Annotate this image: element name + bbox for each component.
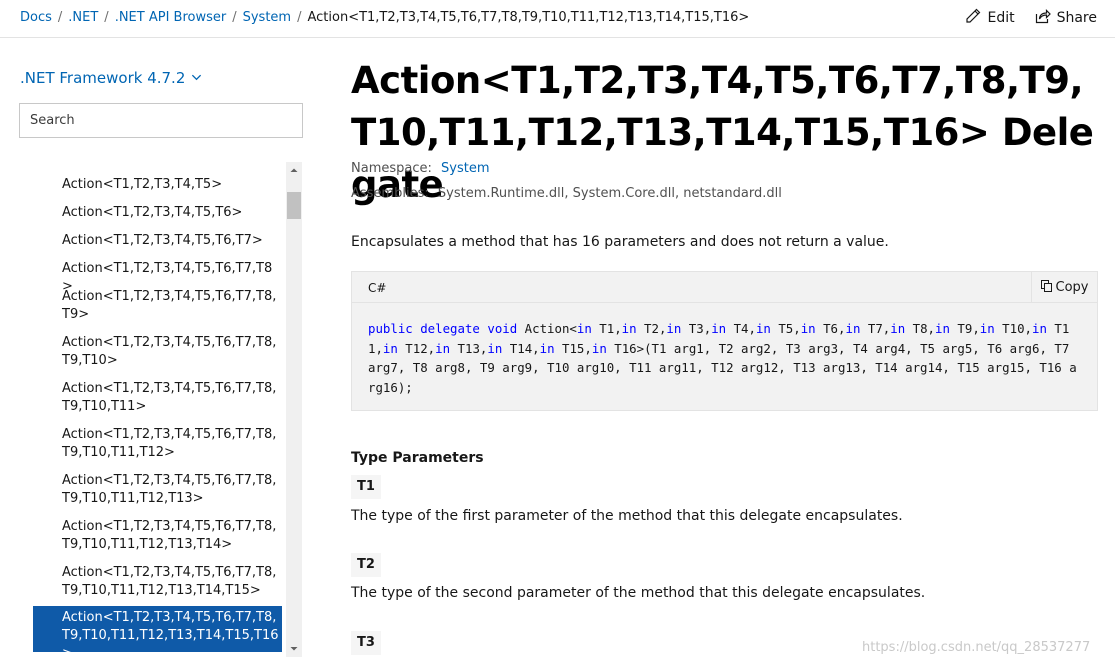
code-text: public delegate void Action<in T1,in T2,… xyxy=(368,319,1080,397)
toc-item[interactable]: Action<T1,T2,T3,T4,T5> xyxy=(33,173,282,197)
watermark: https://blog.csdn.net/qq_28537277 xyxy=(862,640,1091,655)
namespace-line: Namespace: System xyxy=(351,161,490,176)
toc-item[interactable]: Action<T1,T2,T3,T4,T5,T6,T7,T8,T9,T10,T1… xyxy=(33,469,282,511)
page-actions: Edit Share xyxy=(965,8,1097,28)
version-selector[interactable]: .NET Framework 4.7.2 xyxy=(20,69,202,87)
code-keyword: in xyxy=(666,321,682,336)
type-param-desc: The type of the second parameter of the … xyxy=(351,585,926,601)
code-keyword: in xyxy=(576,321,592,336)
code-block: C# Copy public delegate void Action<in T… xyxy=(351,271,1098,411)
scroll-down-arrow-icon[interactable] xyxy=(286,641,302,657)
code-token: T7, xyxy=(860,321,891,336)
share-icon xyxy=(1035,8,1051,28)
assemblies-value: System.Runtime.dll, System.Core.dll, net… xyxy=(437,186,782,201)
code-token: T8, xyxy=(905,321,936,336)
chevron-down-icon xyxy=(191,69,202,87)
code-keyword: in xyxy=(755,321,771,336)
breadcrumb-separator: / xyxy=(232,10,237,25)
edit-button[interactable]: Edit xyxy=(965,8,1015,28)
code-token: T4, xyxy=(726,321,756,336)
namespace-label: Namespace: xyxy=(351,161,432,176)
pencil-icon xyxy=(965,8,981,28)
breadcrumb-api-browser[interactable]: .NET API Browser xyxy=(115,10,227,25)
search-input[interactable] xyxy=(19,103,303,138)
toc-item[interactable]: Action<T1,T2,T3,T4,T5,T6,T7,T8,T9,T10,T1… xyxy=(33,377,282,419)
code-header: C# Copy xyxy=(352,272,1097,303)
code-keyword: in xyxy=(382,340,398,356)
scroll-up-arrow-icon[interactable] xyxy=(286,162,302,178)
share-button[interactable]: Share xyxy=(1035,8,1097,28)
code-language: C# xyxy=(368,281,387,295)
code-token: T6, xyxy=(815,321,846,336)
breadcrumb-separator: / xyxy=(297,10,302,25)
code-keyword: in xyxy=(935,321,950,336)
code-keyword: in xyxy=(711,321,727,336)
code-keyword: in xyxy=(435,340,451,356)
breadcrumb-separator: / xyxy=(57,10,63,25)
code-token: T1, xyxy=(591,321,622,336)
toc-list: · · · · Action<T1,T2,T3,T4,T5> Action<T1,… xyxy=(20,162,286,652)
breadcrumb-system[interactable]: System xyxy=(243,10,291,25)
code-token: T9, xyxy=(949,321,980,336)
toc-item[interactable]: Action<T1,T2,T3,T4,T5,T6,T7,T8,T9,T10> xyxy=(33,331,282,373)
copy-button[interactable]: Copy xyxy=(1031,272,1097,303)
edit-label: Edit xyxy=(987,10,1015,26)
type-param-name: T1 xyxy=(351,475,381,499)
toc-item[interactable]: Action<T1,T2,T3,T4,T5,T6,T7,T8,T9,T10,T1… xyxy=(33,561,282,603)
version-label: .NET Framework 4.7.2 xyxy=(20,69,186,87)
code-keyword: in xyxy=(845,321,861,336)
toc-item[interactable]: Action<T1,T2,T3,T4,T5,T6,T7,T8,T9,T10,T1… xyxy=(33,515,282,557)
scroll-thumb[interactable] xyxy=(287,192,301,219)
code-token: T14, xyxy=(502,340,540,356)
breadcrumb-separator: / xyxy=(104,10,109,25)
top-bar: Docs / .NET / .NET API Browser / System / Action… xyxy=(0,0,1115,38)
toc-item[interactable]: Action<T1,T2,T3,T4,T5,T6,T7,T8,T9,T10,T1… xyxy=(33,606,282,652)
toc-item[interactable]: Action<T1,T2,T3,T4,T5,T6,T7,T8,T9,T10,T1… xyxy=(33,423,282,465)
code-token: T2, xyxy=(636,321,667,336)
code-keyword: in xyxy=(487,340,503,356)
breadcrumb-current: Action<T1,T2,T3,T4,T5,T6,T7,T8,T9,T10,T1… xyxy=(307,10,750,25)
code-keyword: in xyxy=(800,321,816,336)
type-param-name: T2 xyxy=(351,553,381,577)
code-token: T13, xyxy=(450,340,488,356)
code-keyword: in xyxy=(621,321,637,336)
summary-text: Encapsulates a method that has 16 parame… xyxy=(351,234,889,250)
type-param-desc: The type of the first parameter of the m… xyxy=(351,508,903,524)
code-token: T12, xyxy=(397,340,436,356)
breadcrumb-docs[interactable]: Docs xyxy=(20,10,52,25)
code-token: Action< xyxy=(517,321,577,336)
share-label: Share xyxy=(1056,10,1097,26)
copy-icon xyxy=(1040,279,1053,296)
code-token: T3, xyxy=(681,321,712,336)
code-keyword: in xyxy=(890,321,906,336)
assemblies-line: Assemblies: System.Runtime.dll, System.C… xyxy=(351,186,782,201)
toc-item[interactable]: Action<T1,T2,T3,T4,T5,T6> xyxy=(33,201,282,225)
code-keyword: in xyxy=(979,321,995,336)
toc-clipped-item: · · · · xyxy=(72,162,101,169)
code-keyword: in xyxy=(539,340,555,356)
toc-scrollbar[interactable] xyxy=(286,162,302,657)
code-token: T15, xyxy=(554,340,592,356)
copy-label: Copy xyxy=(1055,280,1089,295)
code-keyword: in xyxy=(591,340,607,356)
code-keyword: in xyxy=(1032,321,1047,336)
code-token: T10, xyxy=(994,321,1033,336)
code-token: T5, xyxy=(770,321,801,336)
toc-item[interactable]: Action<T1,T2,T3,T4,T5,T6,T7,T8,T9> xyxy=(33,285,282,327)
code-keyword: public delegate void xyxy=(368,321,518,336)
breadcrumb-dotnet[interactable]: .NET xyxy=(68,10,98,25)
assemblies-label: Assemblies: xyxy=(351,186,429,201)
type-param-name: T3 xyxy=(351,631,381,655)
breadcrumb: Docs / .NET / .NET API Browser / System / Action… xyxy=(20,10,749,25)
toc-item[interactable]: Action<T1,T2,T3,T4,T5,T6,T7> xyxy=(33,229,282,253)
namespace-link[interactable]: System xyxy=(441,161,489,176)
type-parameters-heading: Type Parameters xyxy=(351,450,484,466)
